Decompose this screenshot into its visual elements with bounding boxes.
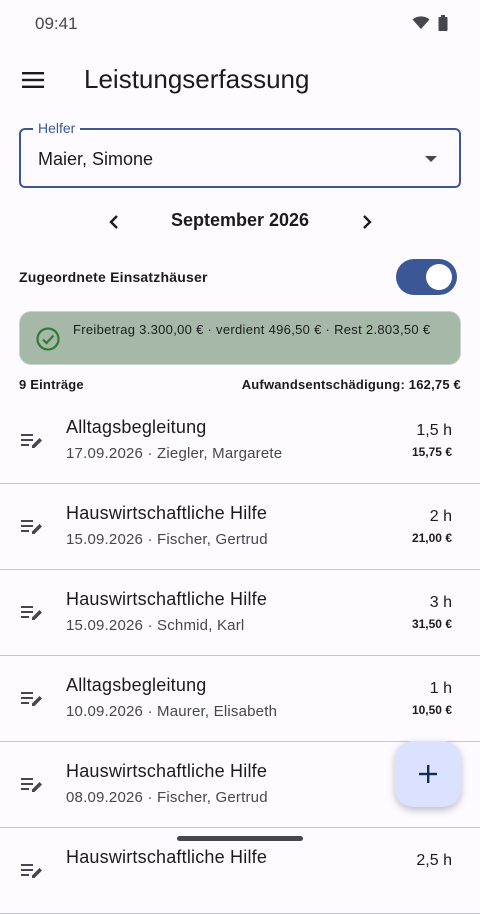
entry-subtitle: 08.09.2026 · Fischer, Gertrud: [66, 789, 268, 806]
entry-title: Alltagsbegleitung: [66, 417, 207, 437]
status-time: 09:41: [35, 14, 78, 33]
app-bar: Leistungserfassung: [0, 48, 480, 112]
helper-select-value: Maier, Simone: [38, 149, 154, 169]
month-navigation: September 2026: [0, 202, 480, 242]
entry-subtitle: 15.09.2026 · Schmid, Karl: [66, 617, 245, 634]
entry-amount: 15,75 €: [411, 445, 452, 459]
list-item[interactable]: Alltagsbegleitung 10.09.2026 · Maurer, E…: [0, 656, 480, 742]
month-label: September 2026: [170, 210, 310, 230]
entry-title: Hauswirtschaftliche Hilfe: [66, 761, 268, 781]
assigned-houses-label: Zugeordnete Einsatzhäuser: [19, 269, 208, 285]
entry-hours: 1,5 h: [416, 422, 452, 439]
entry-subtitle: 10.09.2026 · Maurer, Elisabeth: [66, 703, 278, 720]
home-indicator[interactable]: [177, 836, 303, 841]
entry-subtitle: 15.09.2026 · Fischer, Gertrud: [66, 531, 268, 548]
entry-amount: 21,00 €: [411, 531, 452, 545]
battery-icon: [438, 15, 448, 31]
allowance-total: Aufwandsentschädigung: 162,75 €: [241, 377, 461, 392]
edit-note-icon: [21, 434, 42, 448]
entry-hours: 3 h: [429, 594, 452, 611]
plus-icon: [419, 765, 437, 783]
entry-hours: 1 h: [429, 680, 452, 697]
entry-title: Hauswirtschaftliche Hilfe: [66, 503, 268, 523]
menu-icon: [22, 72, 44, 88]
assigned-houses-switch[interactable]: [396, 259, 457, 295]
entry-subtitle: 17.09.2026 · Ziegler, Margarete: [66, 445, 283, 462]
add-entry-button[interactable]: [395, 741, 461, 807]
helper-select[interactable]: Helfer Maier, Simone: [19, 120, 461, 188]
edit-note-icon: [21, 606, 42, 620]
next-month-button[interactable]: [353, 208, 381, 236]
status-icons: [412, 15, 448, 31]
edit-note-icon: [21, 692, 42, 706]
entry-hours: 2 h: [429, 508, 452, 525]
entry-amount: 31,50 €: [411, 617, 452, 631]
status-bar: 09:41: [0, 0, 480, 48]
dropdown-arrow-icon: [425, 156, 437, 162]
wifi-icon: [412, 16, 430, 29]
check-circle-icon: [36, 327, 60, 351]
list-item[interactable]: Hauswirtschaftliche Hilfe 15.09.2026 · S…: [0, 570, 480, 656]
chevron-right-icon: [363, 215, 372, 229]
entry-amount: 10,50 €: [411, 703, 452, 717]
entry-title: Hauswirtschaftliche Hilfe: [66, 847, 268, 867]
allowance-info-banner: Freibetrag 3.300,00 € · verdient 496,50 …: [19, 311, 461, 365]
entry-count: 9 Einträge: [19, 377, 84, 392]
switch-knob: [426, 264, 452, 290]
entry-hours: 2,5 h: [416, 852, 452, 869]
summary-row: 9 Einträge Aufwandsentschädigung: 162,75…: [0, 375, 480, 395]
list-item[interactable]: Alltagsbegleitung 17.09.2026 · Ziegler, …: [0, 398, 480, 484]
entry-title: Alltagsbegleitung: [66, 675, 207, 695]
page-title: Leistungserfassung: [84, 64, 310, 94]
edit-note-icon: [21, 778, 42, 792]
assigned-houses-row: Zugeordnete Einsatzhäuser: [0, 256, 480, 298]
helper-select-label: Helfer: [33, 120, 81, 136]
allowance-info-text: Freibetrag 3.300,00 € · verdient 496,50 …: [73, 322, 431, 337]
edit-note-icon: [21, 520, 42, 534]
edit-note-icon: [21, 864, 42, 878]
entry-title: Hauswirtschaftliche Hilfe: [66, 589, 268, 609]
list-item[interactable]: Hauswirtschaftliche Hilfe 15.09.2026 · F…: [0, 484, 480, 570]
menu-button[interactable]: [14, 61, 52, 99]
